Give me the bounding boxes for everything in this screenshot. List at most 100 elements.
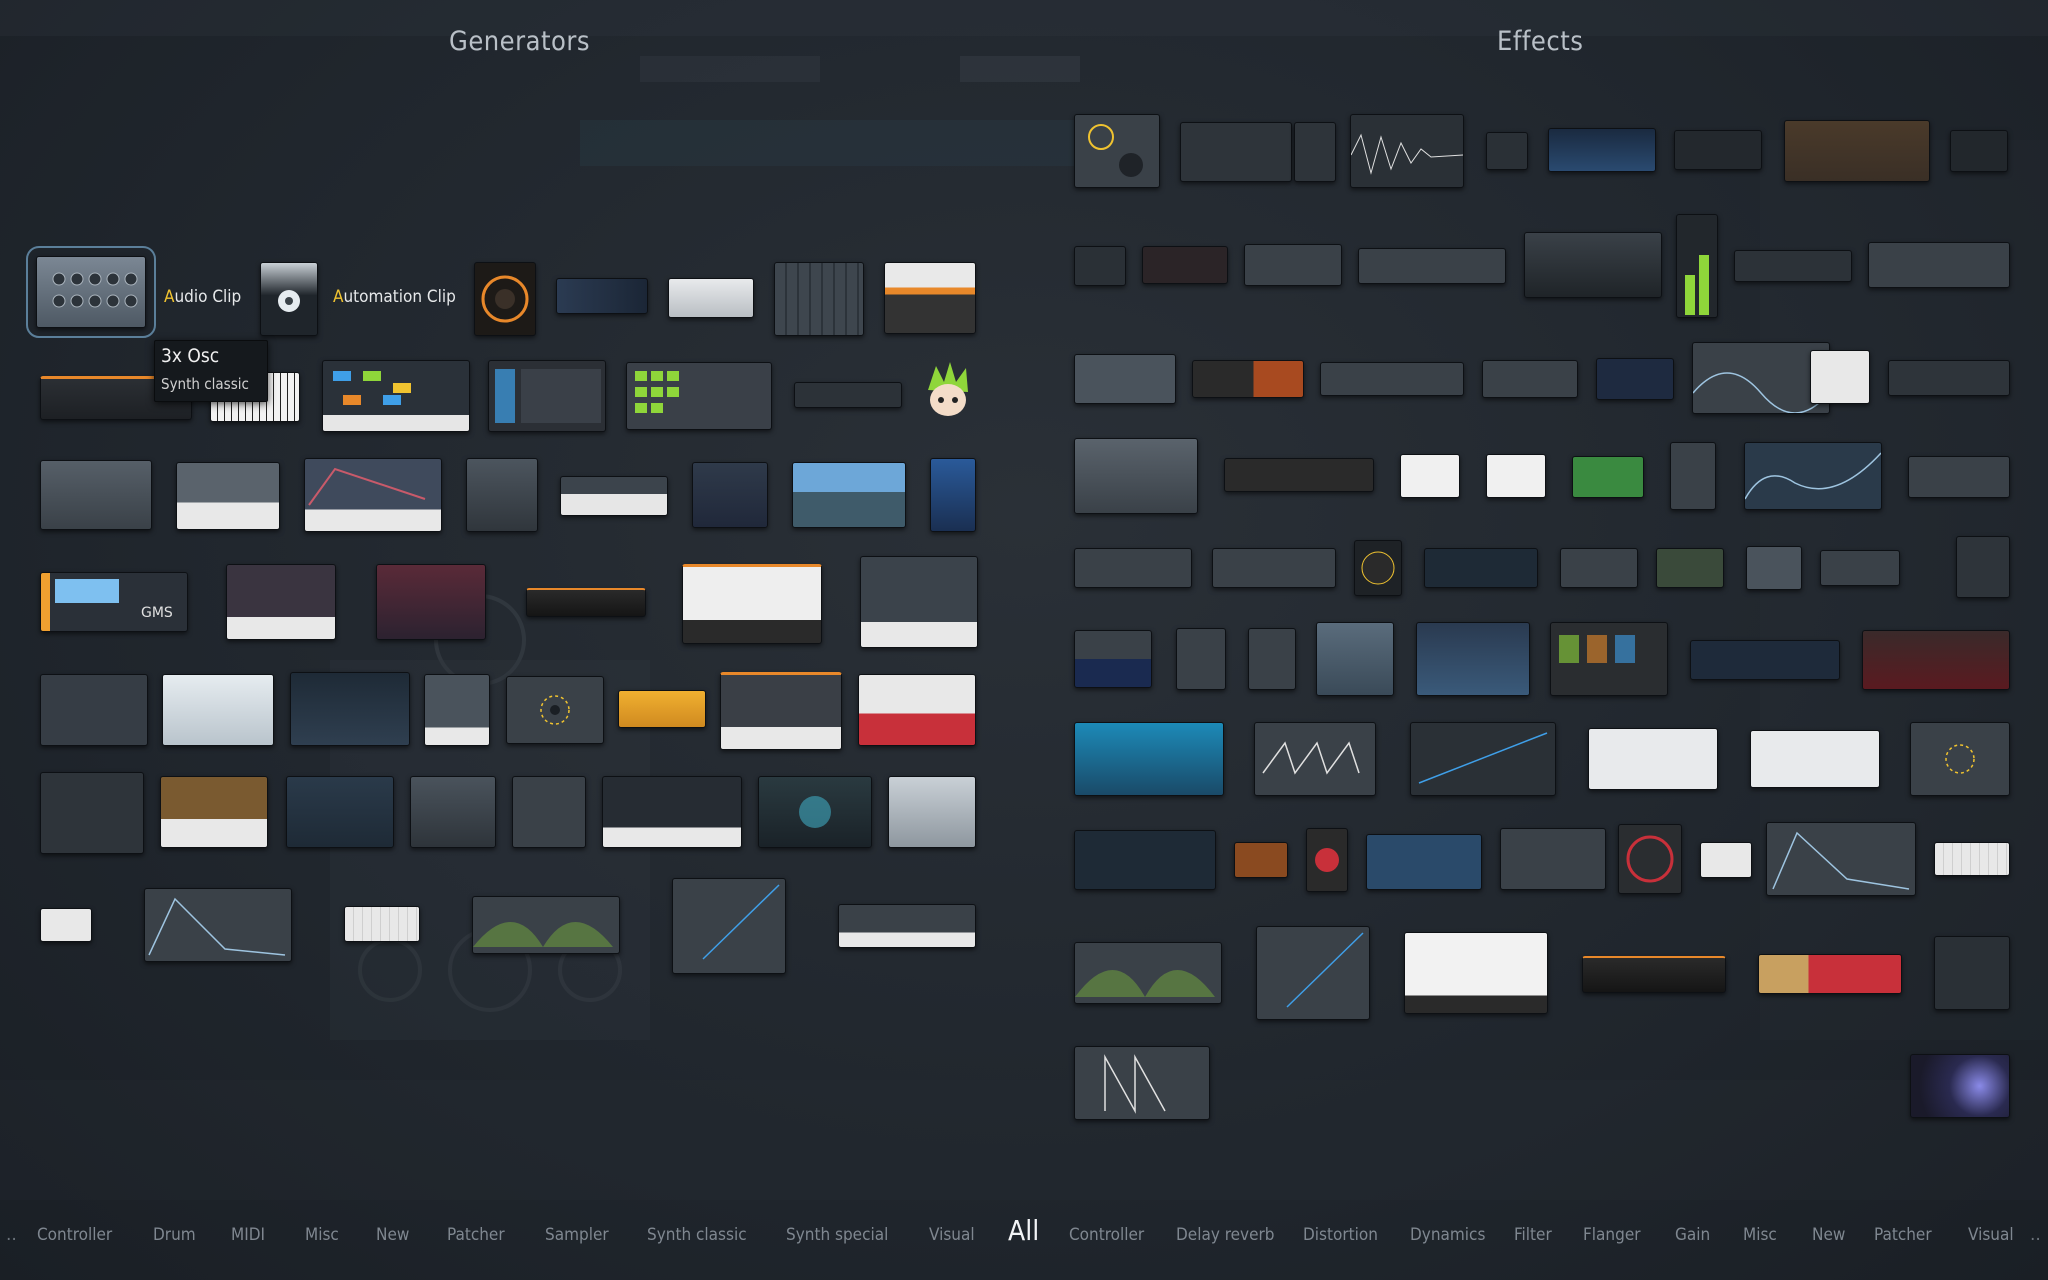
- effect-tape-rack[interactable]: [1212, 548, 1336, 588]
- effect-green-chip[interactable]: [1656, 548, 1724, 588]
- effect-color-table[interactable]: [1700, 842, 1752, 878]
- plugin-video-player[interactable]: [792, 462, 906, 528]
- plugin-eq-curves-gen[interactable]: [472, 896, 620, 954]
- tab-fx-controller[interactable]: Controller: [1069, 1225, 1144, 1245]
- effect-waveform-white-1[interactable]: [1588, 728, 1718, 790]
- plugin-red-line-keys[interactable]: [838, 904, 976, 948]
- plugin-blue-bar[interactable]: [556, 278, 648, 314]
- effect-controller-line[interactable]: [1256, 926, 1370, 1020]
- tab-all[interactable]: All: [1008, 1214, 1039, 1247]
- tab-fx-misc[interactable]: Misc: [1743, 1225, 1777, 1245]
- plugin-gray-oscilloscope[interactable]: [40, 772, 144, 854]
- tab-gen-new[interactable]: New: [376, 1225, 409, 1245]
- tab-gen-drum[interactable]: Drum: [153, 1225, 196, 1245]
- effect-knob-rack-2[interactable]: [1294, 122, 1336, 182]
- plugin-envelope-keys[interactable]: [304, 458, 442, 532]
- plugin-white-mini-keys[interactable]: [560, 476, 668, 516]
- plugin-white-rack[interactable]: [668, 278, 754, 318]
- effect-eq-curve-blue[interactable]: [1744, 442, 1882, 510]
- plugin-white-synth[interactable]: [888, 776, 976, 848]
- plugin-orange-strip[interactable]: [526, 588, 646, 617]
- effect-patcher-node[interactable]: [1910, 722, 2010, 796]
- effect-small-panel[interactable]: [1486, 132, 1528, 170]
- effect-fader-panel[interactable]: [1746, 546, 1802, 590]
- plugin-vintage-keys[interactable]: [160, 776, 268, 848]
- effect-ramp-grid[interactable]: [1410, 722, 1556, 796]
- effect-red-knob[interactable]: [1306, 828, 1348, 892]
- tab-gen-synth-classic[interactable]: Synth classic: [647, 1225, 747, 1245]
- plugin-yellow-knobs[interactable]: [618, 690, 706, 728]
- effect-red-piano-roll[interactable]: [1404, 932, 1548, 1014]
- effect-red-rack[interactable]: [1142, 246, 1228, 284]
- plugin-gms[interactable]: GMS: [40, 572, 188, 632]
- effect-curve-small[interactable]: [1176, 628, 1226, 690]
- effect-vintage-phaser[interactable]: [1758, 954, 1902, 994]
- effect-knob-strip-1[interactable]: [1244, 244, 1342, 286]
- plugin-gray-knob-synth[interactable]: [410, 776, 496, 848]
- plugin-red-synth[interactable]: [376, 564, 486, 640]
- plugin-dark-blue-synth[interactable]: [286, 776, 394, 848]
- plugin-gray-synth-1[interactable]: [40, 460, 152, 530]
- effect-mixer-strip[interactable]: [1956, 536, 2010, 598]
- plugin-knob-strip[interactable]: [794, 382, 902, 408]
- effect-white-panel[interactable]: [1810, 350, 1870, 404]
- tab-fx-flanger[interactable]: Flanger: [1583, 1225, 1641, 1245]
- effect-fruity-limiter[interactable]: [1524, 232, 1662, 298]
- tab-gen-controller[interactable]: Controller: [37, 1225, 112, 1245]
- effect-gray-strip[interactable]: [1908, 456, 2010, 498]
- plugin-gray-synth-keys[interactable]: [176, 462, 280, 530]
- effect-wave-strip[interactable]: [1888, 360, 2010, 396]
- effect-vertical-faders[interactable]: [1670, 442, 1716, 510]
- tab-fx-filter[interactable]: Filter: [1514, 1225, 1552, 1245]
- plugin-spectrum-dark[interactable]: [290, 672, 410, 746]
- effect-vintage-chorus[interactable]: [1582, 956, 1726, 993]
- plugin-teal-synth[interactable]: [758, 776, 872, 848]
- effect-knob-strip-4[interactable]: [1482, 360, 1578, 398]
- tab-gen-sampler[interactable]: Sampler: [545, 1225, 609, 1245]
- effect-white-note-2[interactable]: [1486, 454, 1546, 498]
- effect-red-spectrum[interactable]: [1934, 936, 2010, 1010]
- plugin-fader-panel[interactable]: [512, 776, 586, 848]
- effect-channel-strip[interactable]: [1550, 622, 1668, 696]
- effect-pattern-grid[interactable]: [1934, 842, 2010, 876]
- effect-green-meter[interactable]: [1950, 130, 2008, 172]
- effect-sawtooth-display[interactable]: [1074, 1046, 1210, 1120]
- plugin-audio-clip-icon[interactable]: [260, 262, 318, 336]
- plugin-orange-grid-keys[interactable]: [682, 564, 822, 644]
- tab-fx-patcher[interactable]: Patcher: [1874, 1225, 1932, 1245]
- plugin-red-white-synth[interactable]: [858, 674, 976, 746]
- effect-green-knobs[interactable]: [1500, 828, 1606, 890]
- plugin-colorful-table[interactable]: [40, 908, 92, 942]
- effect-parametric-eq[interactable]: [1784, 120, 1930, 182]
- effect-gray-display[interactable]: [1074, 438, 1198, 514]
- tab-fx-distortion[interactable]: Distortion: [1303, 1225, 1378, 1245]
- effect-orange-knob[interactable]: [1234, 842, 1288, 878]
- effect-knob-dual[interactable]: [1820, 550, 1900, 586]
- effect-red-distortion[interactable]: [1862, 630, 2010, 690]
- plugin-waveform-blue[interactable]: [692, 462, 768, 528]
- plugin-gray-keys-small[interactable]: [424, 674, 490, 746]
- effect-crosshair[interactable]: [1248, 628, 1296, 690]
- effect-blue-analyzer[interactable]: [1074, 630, 1152, 688]
- effect-green-xy[interactable]: [1572, 456, 1644, 498]
- effect-gray-panel[interactable]: [1074, 354, 1176, 404]
- effect-spectral-blue[interactable]: [1366, 834, 1482, 890]
- tab-fx-visual[interactable]: Visual: [1968, 1225, 2014, 1245]
- effect-knob-pair[interactable]: [1074, 114, 1160, 188]
- tab-gen-misc[interactable]: Misc: [305, 1225, 339, 1245]
- effect-green-knob-rack[interactable]: [1180, 122, 1292, 182]
- plugin-orange-keys[interactable]: [884, 262, 976, 334]
- plugin-sequencer-grid[interactable]: [774, 262, 864, 336]
- tab-fx-new[interactable]: New: [1812, 1225, 1845, 1245]
- tab-fx-delay-reverb[interactable]: Delay reverb: [1176, 1225, 1275, 1245]
- plugin-round-synth[interactable]: [474, 262, 536, 336]
- plugin-green-pads[interactable]: [626, 362, 772, 430]
- plugin-patcher-node[interactable]: [506, 676, 604, 744]
- effect-blue-synth-fx[interactable]: [1074, 722, 1224, 796]
- effect-curve-box[interactable]: [1560, 548, 1638, 588]
- effect-time-display[interactable]: [1074, 246, 1126, 286]
- effect-knob-strip-3[interactable]: [1320, 362, 1464, 396]
- plugin-fpc-pads[interactable]: [488, 360, 606, 432]
- plugin-gray-panel-1[interactable]: [40, 674, 148, 746]
- plugin-gray-synth-2[interactable]: [466, 458, 538, 532]
